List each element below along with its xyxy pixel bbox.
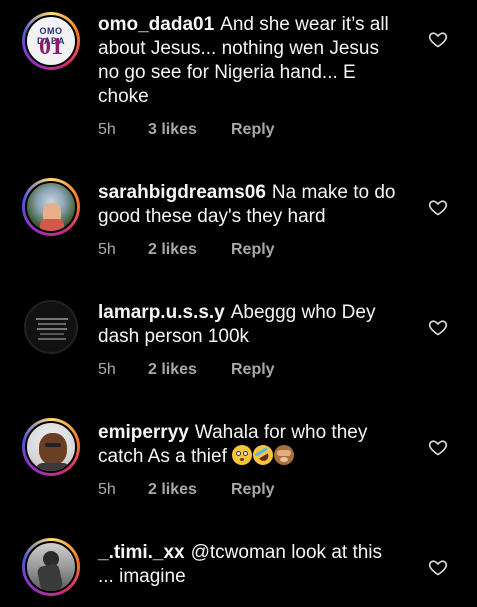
comment-time: 5h [98,121,116,138]
comment-likes[interactable]: 3 likes [148,121,231,139]
avatar-jersey-number: 01 [39,34,63,60]
flushed-face-emoji [232,445,253,465]
comment-username[interactable]: emiperryy [98,422,189,443]
avatar[interactable]: OMO DADA 01 [22,12,80,70]
comment-time: 5h [98,241,116,258]
rolling-laughing-face-emoji [249,441,277,469]
heart-icon[interactable] [428,437,448,457]
avatar[interactable] [22,178,80,236]
heart-icon[interactable] [428,197,448,217]
comment-likes[interactable]: 2 likes [148,481,231,499]
comment-time: 5h [98,361,116,378]
heart-icon[interactable] [428,557,448,577]
avatar[interactable] [24,300,78,354]
comment-text: _.timi._xx @tcwoman look at this ... imag… [98,541,398,589]
comment-meta: 5h 3 likes Reply [98,121,275,139]
heart-icon[interactable] [428,317,448,337]
comment-username[interactable]: omo_dada01 [98,14,214,35]
comment-meta: 5h 2 likes Reply [98,361,275,379]
comment-username[interactable]: lamarp.u.s.s.y [98,302,225,323]
reply-button[interactable]: Reply [231,241,275,259]
comment-text: lamarp.u.s.s.y Abeggg who Dey dash person… [98,301,398,349]
comment-meta: 5h 2 likes Reply [98,481,275,499]
avatar[interactable] [22,538,80,596]
comment-username[interactable]: _.timi._xx [98,542,185,563]
comment-text: emiperryy Wahala for who they catch As a … [98,421,398,469]
comment-likes[interactable]: 2 likes [148,241,231,259]
comment-username[interactable]: sarahbigdreams06 [98,182,266,203]
reply-button[interactable]: Reply [231,481,275,499]
reply-button[interactable]: Reply [231,361,275,379]
comment-time: 5h [98,481,116,498]
avatar[interactable] [22,418,80,476]
comment-text: omo_dada01 And she wear it’s all about Je… [98,13,398,109]
comment-text: sarahbigdreams06 Na make to do good these… [98,181,398,229]
comment-likes[interactable]: 2 likes [148,361,231,379]
reply-button[interactable]: Reply [231,121,275,139]
heart-icon[interactable] [428,29,448,49]
see-no-evil-monkey-emoji [274,445,295,465]
comment-meta: 5h 2 likes Reply [98,241,275,259]
